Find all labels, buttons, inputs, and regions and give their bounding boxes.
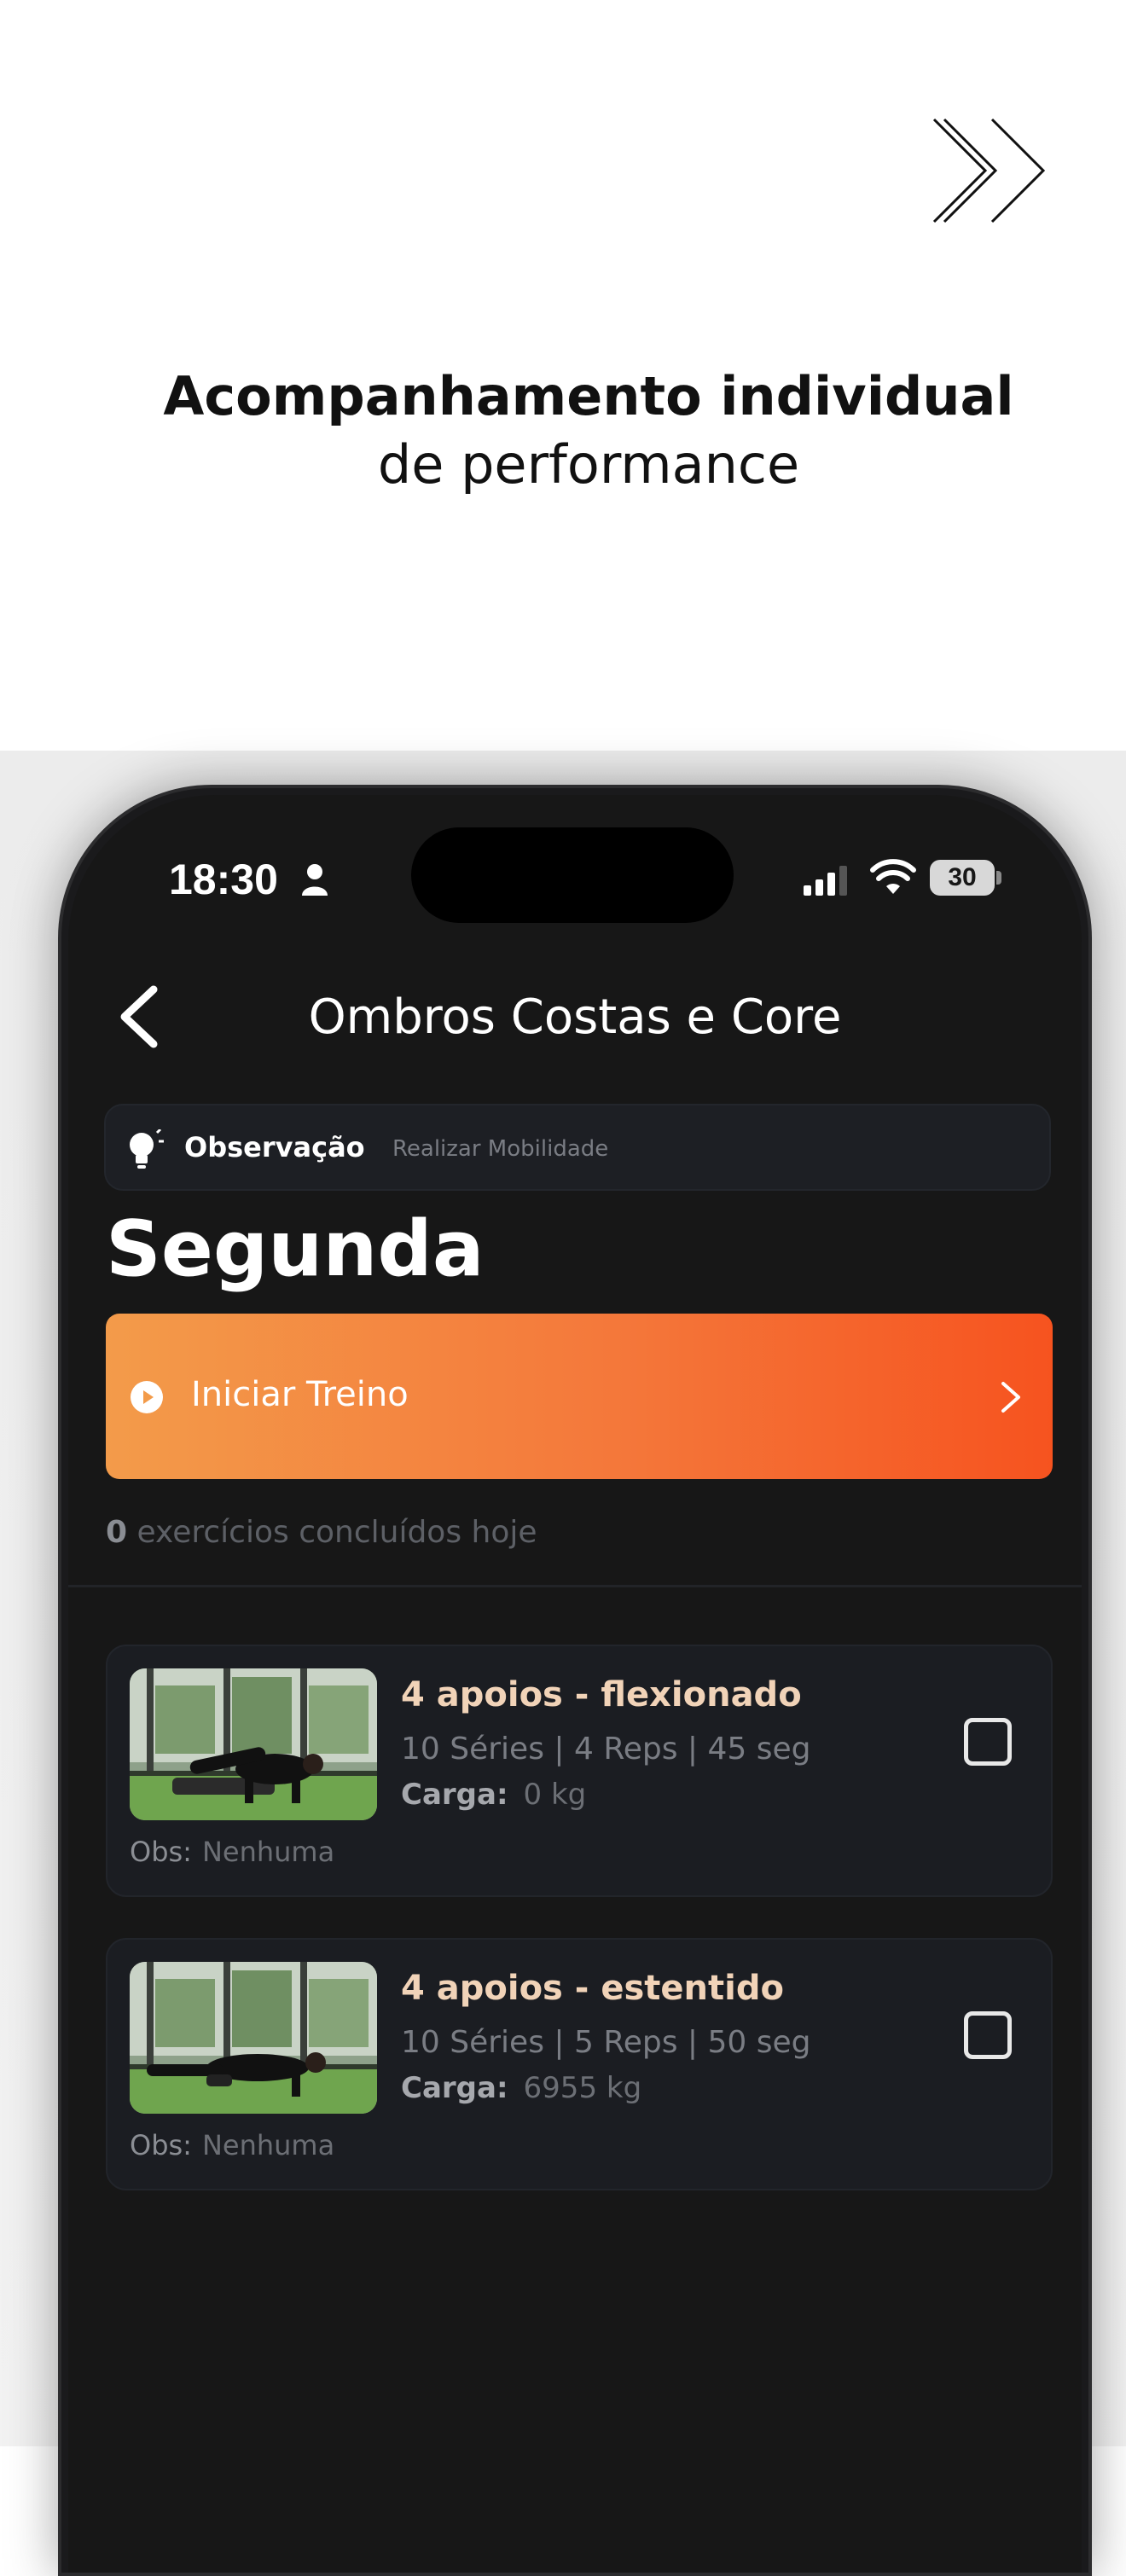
promo-header: Acompanhamento individual de performance [0,0,1126,751]
exercise-checkbox[interactable] [964,1718,1012,1766]
exercise-load: Carga: 6955 kg [401,2071,641,2105]
battery-level: 30 [930,860,995,896]
headline-bold: Acompanhamento individual [163,365,1014,427]
cellular-signal-icon [804,866,847,896]
completed-count: 0 [106,1515,128,1550]
start-workout-button[interactable]: Iniciar Treino [106,1314,1053,1479]
obs-label: Obs: [130,2129,192,2161]
exercise-thumbnail [130,1962,377,2114]
completed-text: exercícios concluídos hoje [136,1515,537,1550]
exercise-load: Carga: 0 kg [401,1778,586,1812]
exercise-thumbnail [130,1668,377,1820]
person-icon [302,864,328,896]
status-bar: 18:30 30 [68,795,1082,923]
nav-bar: Ombros Costas e Core [68,966,1082,1068]
exercise-card[interactable]: 4 apoios - estentido 10 Séries | 5 Reps … [106,1938,1053,2190]
section-divider [68,1585,1082,1587]
status-time: 18:30 [169,856,278,903]
wifi-icon [870,859,916,894]
promo-headline: Acompanhamento individual de performance [0,363,1126,499]
day-heading: Segunda [106,1204,485,1294]
completed-summary: 0 exercícios concluídos hoje [106,1515,537,1550]
exercise-checkbox[interactable] [964,2011,1012,2059]
exercise-meta: 10 Séries | 4 Reps | 45 seg [401,1732,811,1767]
phone-frame: 18:30 30 Ombros Costas e Core Observação… [58,785,1092,2576]
app-screen: 18:30 30 Ombros Costas e Core Observação… [68,795,1082,2573]
load-value: 6955 kg [523,2071,642,2105]
exercise-obs: Obs: Nenhuma [130,1836,334,1868]
page-title: Ombros Costas e Core [308,989,842,1045]
exercise-name: 4 apoios - flexionado [401,1675,802,1714]
exercise-name: 4 apoios - estentido [401,1969,784,2008]
start-workout-label: Iniciar Treino [191,1375,409,1414]
double-chevron-right-icon [932,118,1046,223]
battery-tip [996,871,1001,885]
headline-regular: de performance [377,433,800,496]
load-label: Carga: [401,1778,508,1812]
observation-text: Realizar Mobilidade [392,1136,609,1162]
obs-value: Nenhuma [201,2129,335,2161]
load-label: Carga: [401,2071,508,2105]
play-circle-icon [131,1381,163,1413]
observation-banner: Observação Realizar Mobilidade [104,1104,1051,1191]
load-value: 0 kg [523,1778,587,1812]
exercise-card[interactable]: 4 apoios - flexionado 10 Séries | 4 Reps… [106,1645,1053,1897]
exercise-meta: 10 Séries | 5 Reps | 50 seg [401,2025,811,2060]
battery-indicator: 30 [930,860,1001,896]
lightbulb-icon [130,1129,164,1169]
obs-label: Obs: [130,1836,192,1868]
dynamic-island [411,827,734,923]
obs-value: Nenhuma [201,1836,335,1868]
observation-label: Observação [184,1131,365,1163]
exercise-obs: Obs: Nenhuma [130,2129,334,2161]
chevron-right-icon [1001,1382,1020,1413]
